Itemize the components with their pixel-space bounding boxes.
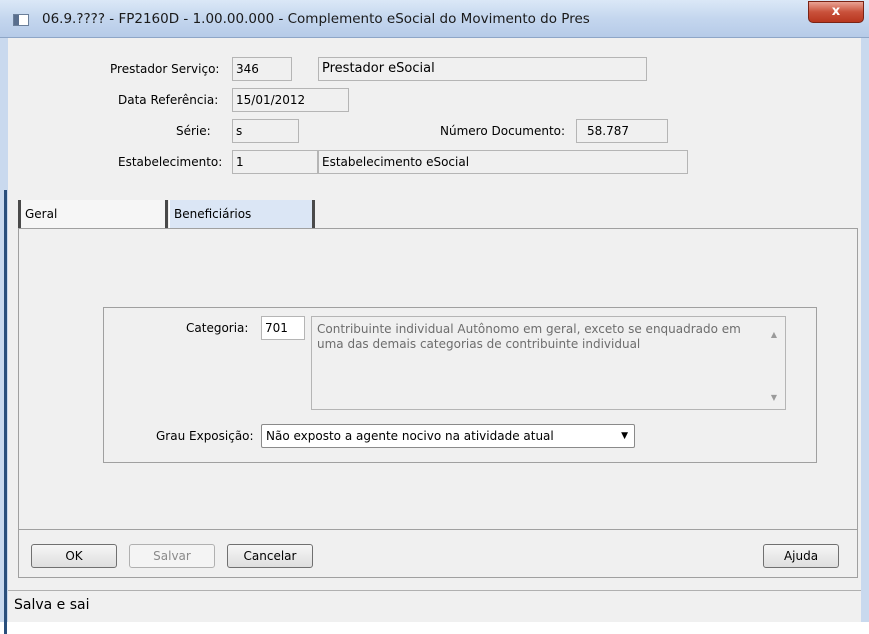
ok-button[interactable]: OK <box>31 544 117 568</box>
tab-panel-geral: Categoria: 701 Contribuinte individual A… <box>18 228 858 530</box>
tab-beneficiarios-label: Beneficiários <box>174 207 252 221</box>
status-bar: Salva e sai <box>8 590 861 622</box>
prestador-label: Prestador Serviço: <box>110 62 220 76</box>
numero-documento-label: Número Documento: <box>440 124 566 138</box>
salvar-button[interactable]: Salvar <box>129 544 215 568</box>
estabelecimento-code-field[interactable]: 1 <box>232 150 318 174</box>
status-text: Salva e sai <box>14 597 90 613</box>
tab-geral[interactable]: Geral <box>18 200 168 230</box>
serie-field[interactable]: s <box>232 119 299 143</box>
tab-beneficiarios[interactable]: Beneficiários <box>169 200 315 230</box>
data-referencia-label: Data Referência: <box>118 93 219 107</box>
title-bar: 06.9.???? - FP2160D - 1.00.00.000 - Comp… <box>0 0 869 38</box>
prestador-name-field: Prestador eSocial <box>318 57 647 81</box>
grau-exposicao-label: Grau Exposição: <box>156 429 254 443</box>
categoria-description: Contribuinte individual Autônomo em gera… <box>311 316 786 410</box>
window-frame-left <box>0 38 8 634</box>
categoria-group: Categoria: 701 Contribuinte individual A… <box>103 307 817 463</box>
close-button[interactable]: x <box>808 1 864 23</box>
client-area: Prestador Serviço: 346 Prestador eSocial… <box>8 38 861 622</box>
window-icon <box>13 14 29 26</box>
tab-strip: Geral Beneficiários <box>18 196 858 230</box>
button-bar: OK Salvar Cancelar Ajuda <box>18 530 858 578</box>
categoria-field[interactable]: 701 <box>261 316 305 340</box>
scroll-up-icon[interactable]: ▲ <box>771 327 777 342</box>
estabelecimento-name-field: Estabelecimento eSocial <box>318 150 688 174</box>
chevron-down-icon[interactable]: ▼ <box>621 425 628 447</box>
grau-exposicao-select[interactable]: Não exposto a agente nocivo na atividade… <box>261 424 635 448</box>
ajuda-button[interactable]: Ajuda <box>763 544 839 568</box>
prestador-code-field[interactable]: 346 <box>232 57 292 81</box>
categoria-description-text: Contribuinte individual Autônomo em gera… <box>317 322 741 351</box>
numero-documento-field[interactable]: 58.787 <box>576 119 668 143</box>
scroll-down-icon[interactable]: ▼ <box>771 390 777 405</box>
estabelecimento-label: Estabelecimento: <box>118 155 223 169</box>
window-title: 06.9.???? - FP2160D - 1.00.00.000 - Comp… <box>42 11 590 27</box>
categoria-label: Categoria: <box>186 321 249 335</box>
tab-geral-label: Geral <box>25 207 58 221</box>
serie-label: Série: <box>176 124 211 138</box>
data-referencia-field[interactable]: 15/01/2012 <box>232 88 349 112</box>
window-frame-right <box>861 38 869 622</box>
grau-exposicao-value: Não exposto a agente nocivo na atividade… <box>266 429 554 443</box>
cancelar-button[interactable]: Cancelar <box>227 544 313 568</box>
